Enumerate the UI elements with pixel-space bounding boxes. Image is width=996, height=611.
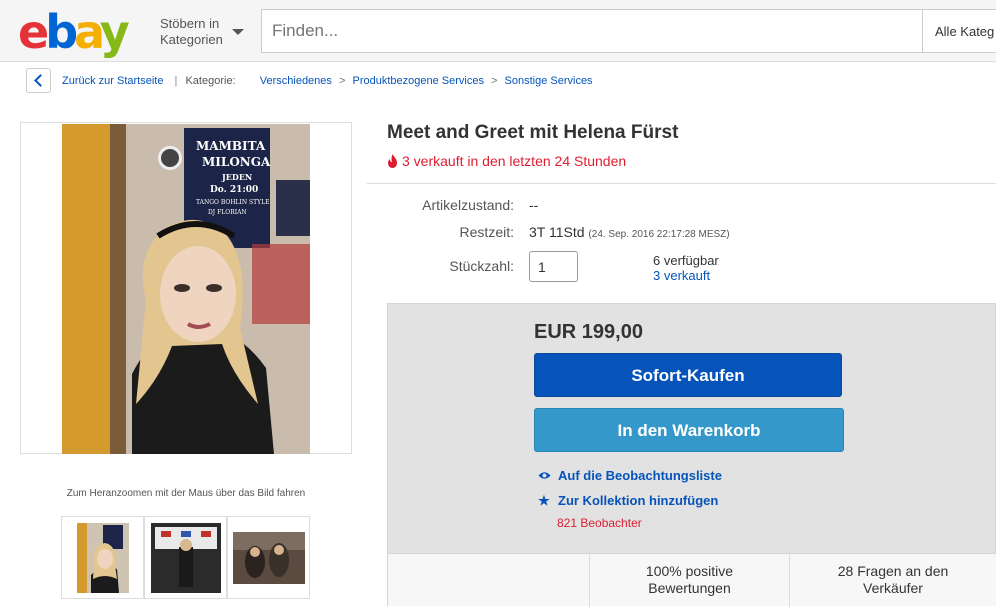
condition-label: Artikelzustand: — [422, 197, 514, 213]
watchers-count: 821 Beobachter — [557, 516, 642, 530]
eye-icon — [537, 468, 551, 483]
category-label: Kategorie: — [185, 75, 236, 87]
poster-text-line5: TANGO BOHLIN STYLE — [196, 199, 270, 206]
condition-value: -- — [529, 197, 539, 213]
browse-label-line1: Stöbern in — [160, 16, 220, 31]
buy-now-button[interactable]: Sofort-Kaufen — [534, 353, 842, 397]
breadcrumb-item-sonstige-services[interactable]: Sonstige Services — [505, 75, 593, 87]
browse-label-line2: Kategorien — [160, 32, 223, 47]
title-divider — [367, 183, 996, 184]
thumbnail-event-photo — [151, 523, 221, 593]
thumbnail-2[interactable] — [144, 516, 227, 599]
add-to-cart-button[interactable]: In den Warenkorb — [534, 408, 844, 452]
zoom-hint-text: Zum Heranzoomen mit der Maus über das Bi… — [66, 488, 306, 499]
main-image-frame[interactable]: MAMBITA MILONGA JEDEN Do. 21:00 TANGO BO… — [20, 122, 352, 454]
quantity-label: Stückzahl: — [449, 258, 514, 274]
header-bar: ebay Stöbern in Kategorien Alle Kateg — [0, 0, 996, 62]
item-price: EUR 199,00 — [534, 321, 643, 343]
back-arrow-icon[interactable] — [26, 68, 51, 93]
poster-text-line6: DJ FLORIAN — [208, 209, 247, 216]
search-input[interactable] — [262, 10, 922, 52]
availability: 6 verfügbar 3 verkauft — [653, 253, 719, 283]
empty-cell — [388, 554, 589, 607]
flame-icon — [387, 154, 398, 171]
thumbnail-1[interactable] — [61, 516, 144, 599]
collection-label: Zur Kollektion hinzufügen — [558, 493, 719, 508]
breadcrumb-item-verschiedenes[interactable]: Verschiedenes — [260, 75, 332, 87]
add-to-collection-link[interactable]: ★ Zur Kollektion hinzufügen — [537, 493, 718, 509]
recent-sales-text: 3 verkauft in den letzten 24 Stunden — [402, 153, 627, 169]
ebay-logo[interactable]: ebay — [18, 6, 130, 58]
poster-text-line4: Do. 21:00 — [210, 185, 258, 195]
breadcrumb-item-produktbezogene-services[interactable]: Produktbezogene Services — [352, 75, 483, 87]
time-left-end-date: (24. Sep. 2016 22:17:28 MESZ) — [588, 229, 730, 240]
chevron-down-icon[interactable] — [232, 29, 244, 35]
star-icon: ★ — [538, 493, 550, 508]
breadcrumb-separator: > — [491, 75, 498, 87]
category-select[interactable]: Alle Kateg — [922, 9, 996, 53]
available-count: 6 verfügbar — [653, 253, 719, 268]
recent-sales-alert: 3 verkauft in den letzten 24 Stunden — [387, 153, 626, 171]
positive-feedback[interactable]: 100% positive Bewertungen — [589, 554, 789, 607]
thumbnail-group-photo — [233, 532, 305, 584]
quantity-input[interactable] — [529, 251, 578, 282]
questions-line1: 28 Fragen an den — [837, 563, 949, 579]
search-box[interactable] — [261, 9, 923, 53]
seller-questions[interactable]: 28 Fragen an den Verkäufer — [789, 554, 996, 607]
poster-text-line2: MILONGA — [202, 155, 271, 169]
feedback-line1: 100% positive — [645, 563, 734, 579]
main-product-photo[interactable]: MAMBITA MILONGA JEDEN Do. 21:00 TANGO BO… — [62, 124, 310, 454]
thumbnail-3[interactable] — [227, 516, 310, 599]
thumbnail-portrait — [77, 523, 129, 593]
poster-text-line3: JEDEN — [221, 172, 252, 182]
breadcrumb: Zurück zur Startseite | Kategorie: Versc… — [62, 75, 593, 87]
time-left-label: Restzeit: — [459, 224, 514, 240]
watchlist-label: Auf die Beobachtungsliste — [558, 468, 722, 483]
poster-text-line1: MAMBITA — [196, 139, 266, 153]
back-to-home-link[interactable]: Zurück zur Startseite — [62, 75, 163, 87]
add-to-watchlist-link[interactable]: Auf die Beobachtungsliste — [537, 468, 722, 483]
questions-line2: Verkäufer — [863, 580, 923, 596]
item-title: Meet and Greet mit Helena Fürst — [387, 122, 679, 143]
time-left-remaining: 3T 11Std — [529, 224, 585, 240]
thumbnail-image — [77, 523, 129, 593]
time-left-value: 3T 11Std (24. Sep. 2016 22:17:28 MESZ) — [529, 224, 730, 240]
sold-count-link[interactable]: 3 verkauft — [653, 268, 719, 283]
portrait-photo: MAMBITA MILONGA JEDEN Do. 21:00 TANGO BO… — [62, 124, 310, 454]
thumbnail-image — [151, 523, 221, 593]
thumbnail-image — [233, 532, 305, 584]
feedback-line2: Bewertungen — [648, 580, 731, 596]
seller-info-row: 100% positive Bewertungen 28 Fragen an d… — [388, 553, 996, 607]
browse-categories-button[interactable]: Stöbern in Kategorien — [160, 16, 223, 48]
breadcrumb-separator: > — [338, 75, 346, 87]
